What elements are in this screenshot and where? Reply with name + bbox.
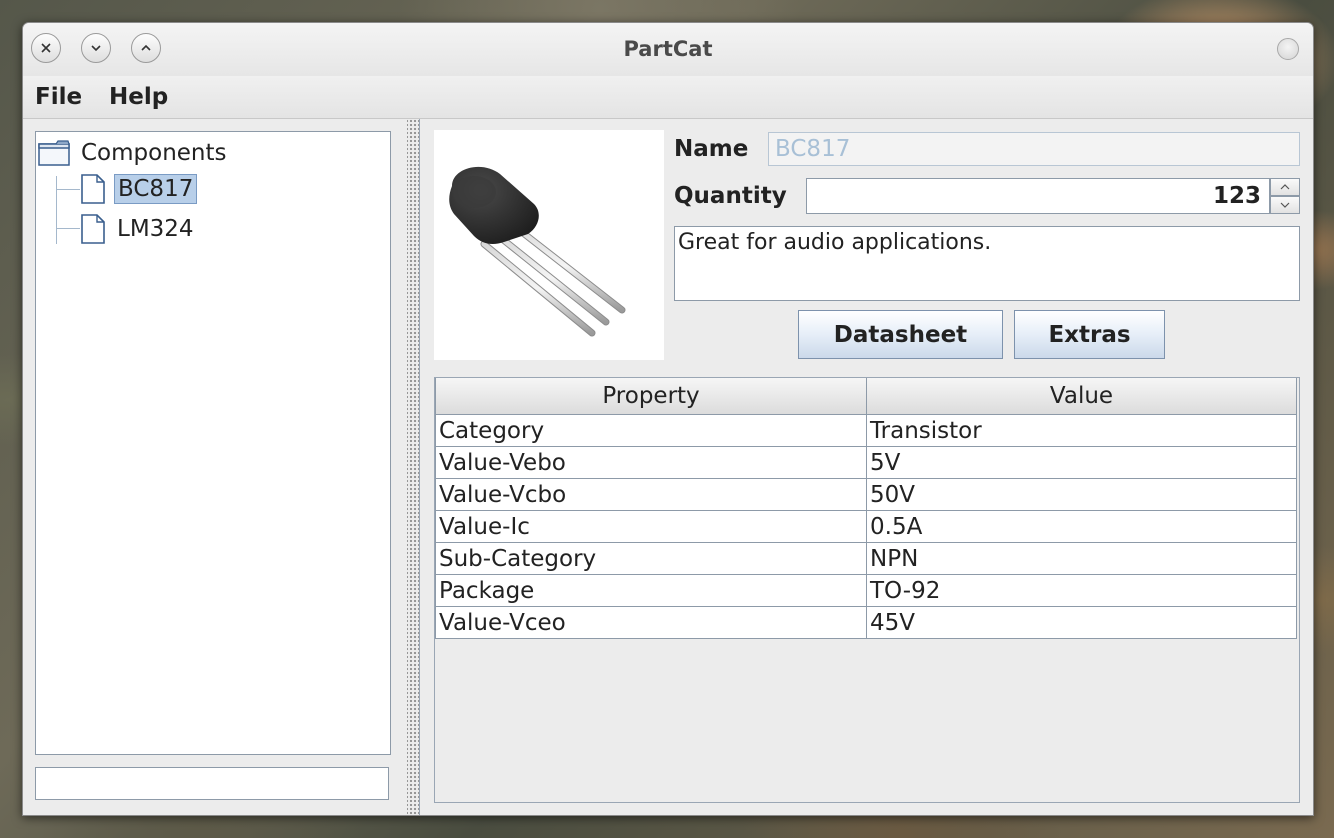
tree-item-lm324[interactable]: LM324: [80, 212, 197, 246]
name-field[interactable]: [768, 132, 1300, 166]
table-header-row: Property Value: [435, 378, 1297, 415]
file-icon: [81, 214, 105, 244]
table-row[interactable]: Value-Ic 0.5A: [435, 510, 1297, 543]
value-cell[interactable]: 50V: [866, 478, 1297, 511]
property-cell[interactable]: Sub-Category: [435, 542, 867, 575]
property-cell[interactable]: Value-Vceo: [435, 606, 867, 639]
folder-icon: [38, 140, 70, 166]
column-header-property[interactable]: Property: [435, 378, 867, 415]
menu-help[interactable]: Help: [109, 84, 168, 110]
property-cell[interactable]: Value-Ic: [435, 510, 867, 543]
file-icon: [81, 174, 105, 204]
properties-table: Property Value Category Transistor Value…: [434, 377, 1300, 803]
left-pane: Components BC817 LM324: [23, 119, 405, 815]
value-cell[interactable]: TO-92: [866, 574, 1297, 607]
chevron-down-icon: [91, 45, 101, 52]
tree-connector: [56, 189, 80, 190]
property-cell[interactable]: Package: [435, 574, 867, 607]
component-tree[interactable]: Components BC817 LM324: [35, 131, 391, 755]
quantity-label: Quantity: [674, 183, 787, 209]
chevron-down-icon: [1280, 202, 1290, 208]
tree-item-bc817[interactable]: BC817: [80, 172, 198, 206]
search-input[interactable]: [35, 767, 389, 800]
chevron-up-icon: [1280, 184, 1290, 190]
table-row[interactable]: Package TO-92: [435, 574, 1297, 607]
name-label: Name: [674, 136, 749, 162]
quantity-field[interactable]: [806, 178, 1270, 214]
table-row[interactable]: Value-Vcbo 50V: [435, 478, 1297, 511]
tree-connector: [56, 228, 80, 229]
chevron-up-icon: [141, 44, 151, 51]
window-title: PartCat: [623, 37, 713, 61]
tree-root-components[interactable]: Components: [38, 136, 230, 170]
maximize-button[interactable]: [131, 33, 161, 63]
value-cell[interactable]: Transistor: [866, 414, 1297, 447]
splitter-handle[interactable]: [407, 119, 419, 815]
decrement-button[interactable]: [1270, 196, 1300, 214]
value-cell[interactable]: 5V: [866, 446, 1297, 479]
increment-button[interactable]: [1270, 178, 1300, 196]
table-row[interactable]: Category Transistor: [435, 414, 1297, 447]
property-cell[interactable]: Value-Vebo: [435, 446, 867, 479]
property-cell[interactable]: Category: [435, 414, 867, 447]
datasheet-button[interactable]: Datasheet: [798, 310, 1003, 359]
detail-pane: Name Quantity Great for audio applicatio…: [419, 119, 1313, 815]
menu-bar: File Help: [23, 76, 1313, 119]
menu-file[interactable]: File: [35, 84, 82, 110]
window-menu-button[interactable]: [1277, 38, 1299, 60]
tree-item-label: LM324: [117, 216, 194, 242]
title-bar[interactable]: PartCat: [23, 23, 1313, 76]
property-cell[interactable]: Value-Vcbo: [435, 478, 867, 511]
tree-item-label: BC817: [114, 174, 198, 204]
app-window: PartCat File Help Components BC817 LM324…: [22, 22, 1314, 816]
column-header-value[interactable]: Value: [866, 378, 1297, 415]
value-cell[interactable]: 45V: [866, 606, 1297, 639]
transistor-to92-image: [449, 166, 626, 337]
description-textarea[interactable]: Great for audio applications.: [674, 226, 1300, 301]
close-button[interactable]: [31, 33, 61, 63]
component-image: [434, 130, 664, 360]
value-cell[interactable]: 0.5A: [866, 510, 1297, 543]
table-row[interactable]: Value-Vebo 5V: [435, 446, 1297, 479]
close-icon: [41, 43, 51, 53]
tree-root-label: Components: [81, 140, 227, 166]
quantity-stepper: [1270, 178, 1300, 214]
value-cell[interactable]: NPN: [866, 542, 1297, 575]
minimize-button[interactable]: [81, 33, 111, 63]
table-row[interactable]: Sub-Category NPN: [435, 542, 1297, 575]
table-row[interactable]: Value-Vceo 45V: [435, 606, 1297, 639]
extras-button[interactable]: Extras: [1014, 310, 1165, 359]
tree-connector: [56, 176, 57, 244]
